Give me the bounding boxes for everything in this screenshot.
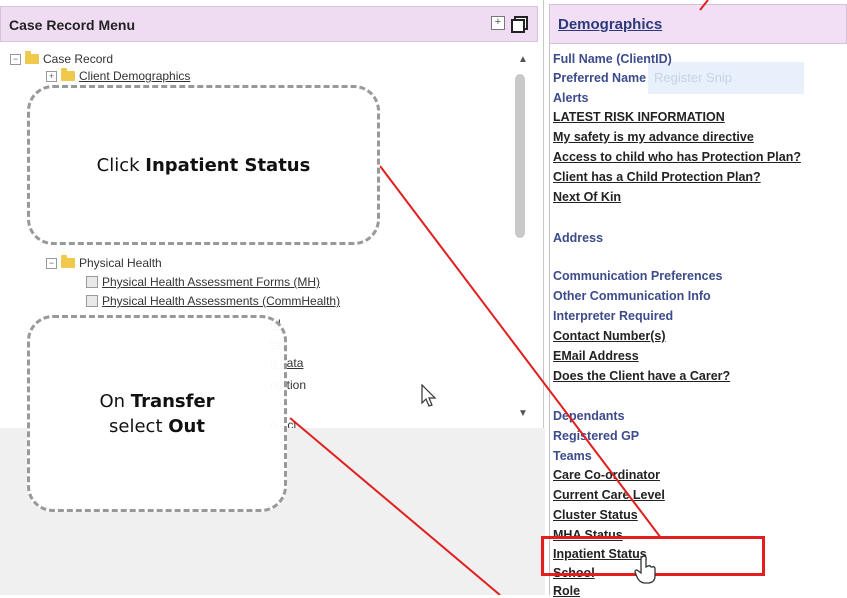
restore-window-icon[interactable]	[511, 16, 528, 33]
demographics-item-child-protection[interactable]: Client has a Child Protection Plan?	[553, 170, 761, 184]
demographics-item-role[interactable]: Role	[553, 584, 580, 598]
tree-node-client-demographics[interactable]: + Client Demographics	[46, 68, 190, 83]
callout-transfer-out: On Transfer select Out	[27, 315, 287, 512]
scroll-down-icon[interactable]: ▼	[518, 408, 528, 419]
demographics-item-cluster-status[interactable]: Cluster Status	[553, 508, 638, 522]
case-record-menu-header: Case Record Menu +	[0, 6, 538, 42]
expand-all-icon[interactable]: +	[491, 16, 505, 30]
expand-icon[interactable]: +	[46, 70, 57, 82]
hand-cursor-icon	[634, 555, 656, 584]
document-icon	[86, 276, 98, 288]
tree-label-ph-assessments[interactable]: Physical Health Assessments (CommHealth)	[102, 294, 340, 308]
callout-2-bold-out: Out	[168, 415, 205, 437]
callout-2-prefix: On	[99, 390, 131, 412]
demographics-item-teams[interactable]: Teams	[553, 449, 592, 463]
callout-1-prefix: Click	[96, 154, 146, 176]
demographics-item-full-name[interactable]: Full Name (ClientID)	[553, 52, 672, 66]
demographics-item-interpreter[interactable]: Interpreter Required	[553, 309, 673, 323]
tree-scrollbar[interactable]: ▲ ▼	[512, 48, 532, 424]
demographics-header: Demographics	[549, 4, 847, 44]
panel-divider	[549, 44, 550, 595]
tree-node-ph-forms[interactable]: Physical Health Assessment Forms (MH)	[86, 275, 320, 289]
tree-label-client-demographics[interactable]: Client Demographics	[79, 69, 190, 83]
demographics-item-alerts[interactable]: Alerts	[553, 91, 588, 105]
demographics-item-address[interactable]: Address	[553, 231, 603, 245]
tree-node-ph-assessments[interactable]: Physical Health Assessments (CommHealth)	[86, 294, 340, 308]
demographics-item-carer[interactable]: Does the Client have a Carer?	[553, 369, 730, 383]
demographics-item-access-child[interactable]: Access to child who has Protection Plan?	[553, 150, 801, 164]
header-icons: +	[491, 16, 528, 33]
demographics-item-latest-risk[interactable]: LATEST RISK INFORMATION	[553, 110, 725, 124]
demographics-item-email[interactable]: EMail Address	[553, 349, 639, 363]
demographics-title[interactable]: Demographics	[558, 16, 662, 33]
collapse-icon[interactable]: −	[46, 257, 57, 269]
tree-label-ph-forms[interactable]: Physical Health Assessment Forms (MH)	[102, 275, 320, 289]
demographics-item-preferred-name[interactable]: Preferred Name	[553, 71, 646, 85]
callout-2-line2-prefix: select	[109, 415, 169, 437]
tree-label-physical-health: Physical Health	[79, 256, 162, 270]
mouse-pointer-icon	[421, 384, 437, 407]
callout-2-bold-transfer: Transfer	[130, 390, 215, 412]
demographics-item-other-communication[interactable]: Other Communication Info	[553, 289, 711, 303]
folder-icon	[25, 51, 39, 64]
tree-node-case-record[interactable]: − Case Record	[10, 51, 114, 66]
callout-1-bold: Inpatient Status	[145, 154, 311, 176]
callout-click-inpatient-status: Click Inpatient Status	[27, 85, 380, 245]
demographics-item-next-of-kin[interactable]: Next Of Kin	[553, 190, 621, 204]
case-record-menu-title: Case Record Menu	[9, 17, 136, 33]
demographics-item-registered-gp[interactable]: Registered GP	[553, 429, 639, 443]
demographics-item-current-care-level[interactable]: Current Care Level	[553, 488, 665, 502]
document-icon	[86, 295, 98, 307]
collapse-icon[interactable]: −	[10, 53, 21, 65]
demographics-item-dependants[interactable]: Dependants	[553, 409, 625, 423]
scrollbar-thumb[interactable]	[515, 74, 525, 238]
demographics-item-care-coordinator[interactable]: Care Co-ordinator	[553, 468, 660, 482]
folder-icon	[61, 255, 75, 268]
register-snip-ghost: Register Snip	[648, 62, 804, 94]
tree-node-physical-health[interactable]: − Physical Health	[46, 255, 162, 270]
demographics-item-contact-numbers[interactable]: Contact Number(s)	[553, 329, 666, 343]
folder-icon	[61, 68, 75, 81]
tree-label-case-record: Case Record	[43, 52, 114, 66]
demographics-item-safety-directive[interactable]: My safety is my advance directive	[553, 130, 754, 144]
scroll-up-icon[interactable]: ▲	[518, 54, 528, 65]
demographics-item-communication-preferences[interactable]: Communication Preferences	[553, 269, 723, 283]
